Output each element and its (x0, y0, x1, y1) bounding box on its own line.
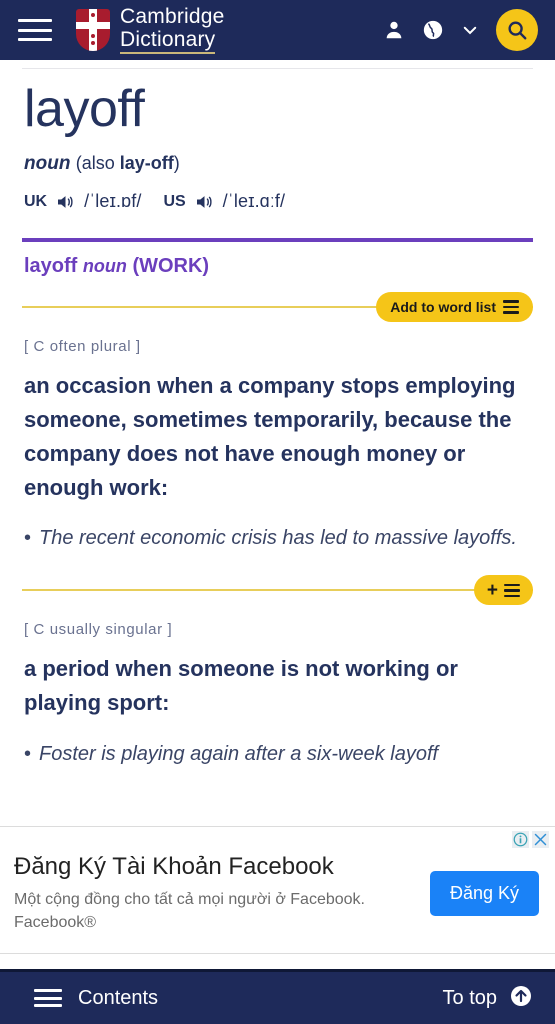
add-to-list-row-compact: + (22, 575, 533, 606)
uk-label: UK (24, 192, 48, 210)
close-icon[interactable] (532, 831, 549, 848)
example-text: The recent economic crisis has led to ma… (39, 527, 517, 550)
yellow-divider (22, 589, 533, 592)
add-to-word-list-label: Add to word list (390, 299, 496, 315)
to-top-label: To top (442, 986, 497, 1009)
example-item: • The recent economic crisis has led to … (24, 523, 525, 553)
bottom-navigation-bar: Contents To top (0, 969, 555, 1024)
header-actions (383, 9, 555, 51)
pronunciation-row: UK /ˈleɪ.ɒf/ US /ˈleɪ.ɑːf/ (0, 175, 555, 212)
cambridge-crest-icon (76, 9, 110, 51)
examples-list: • The recent economic crisis has led to … (0, 505, 555, 553)
bullet-icon: • (24, 742, 32, 765)
list-icon (503, 300, 519, 314)
chevron-down-icon[interactable] (461, 21, 479, 39)
us-ipa: /ˈleɪ.ɑːf/ (222, 191, 286, 211)
also-variant: lay-off (119, 153, 174, 173)
site-logo[interactable]: Cambridge Dictionary (76, 4, 225, 55)
uk-speaker-icon[interactable] (54, 192, 77, 212)
contents-button[interactable]: Contents (34, 987, 158, 1010)
sense-pos: noun (82, 256, 127, 276)
dictionary-page: Cambridge Dictionary layoff noun (also l… (0, 0, 555, 1024)
advertisement-banner[interactable]: Đăng Ký Tài Khoản Facebook Một cộng đồng… (0, 826, 555, 954)
also-prefix: (also (75, 153, 120, 173)
arrow-up-circle-icon (509, 984, 533, 1013)
also-suffix: ) (173, 153, 180, 173)
ad-cta-button[interactable]: Đăng Ký (429, 871, 539, 916)
to-top-button[interactable]: To top (443, 984, 533, 1013)
part-of-speech-line: noun (also lay-off) (0, 135, 555, 175)
person-icon[interactable] (383, 19, 405, 41)
examples-list: • Foster is playing again after a six-we… (0, 721, 555, 769)
add-to-list-row: Add to word list (22, 292, 533, 322)
sense-block-header: layoff noun (WORK) (0, 242, 555, 278)
entry-content: layoff noun (also lay-off) UK /ˈleɪ.ɒf/ … (0, 60, 555, 769)
add-to-word-list-button[interactable]: Add to word list (376, 292, 533, 322)
ad-title: Đăng Ký Tài Khoản Facebook (14, 853, 334, 880)
brand-line-2: Dictionary (120, 28, 216, 55)
info-icon[interactable] (512, 831, 529, 848)
add-to-word-list-button-compact[interactable]: + (473, 575, 533, 606)
ad-description: Một cộng đồng cho tất cả mọi người ở Fac… (14, 890, 365, 931)
example-item: • Foster is playing again after a six-we… (24, 739, 525, 769)
plus-icon: + (486, 579, 498, 601)
page-title: layoff (24, 80, 145, 138)
brand-line-1: Cambridge (120, 4, 225, 28)
search-icon[interactable] (496, 9, 538, 51)
globe-icon[interactable] (422, 19, 444, 41)
grammar-label: [ C usually singular ] (24, 621, 173, 639)
ad-controls (512, 831, 549, 848)
contents-label: Contents (78, 986, 159, 1009)
sense-guideword: (WORK) (132, 255, 210, 277)
example-text: Foster is playing again after a six-week… (39, 742, 439, 765)
hamburger-icon (34, 989, 62, 1007)
sense-word: layoff (24, 255, 78, 277)
site-header: Cambridge Dictionary (0, 0, 555, 60)
hamburger-icon[interactable] (18, 19, 52, 41)
definition: a period when someone is not working or … (24, 656, 458, 716)
us-speaker-icon[interactable] (193, 192, 216, 212)
list-icon (504, 583, 520, 598)
definition: an occasion when a company stops employi… (24, 373, 516, 501)
bullet-icon: • (24, 527, 32, 550)
part-of-speech: noun (24, 153, 71, 174)
us-label: US (163, 192, 186, 210)
grammar-label: [ C often plural ] (24, 338, 141, 355)
uk-ipa: /ˈleɪ.ɒf/ (84, 191, 142, 211)
